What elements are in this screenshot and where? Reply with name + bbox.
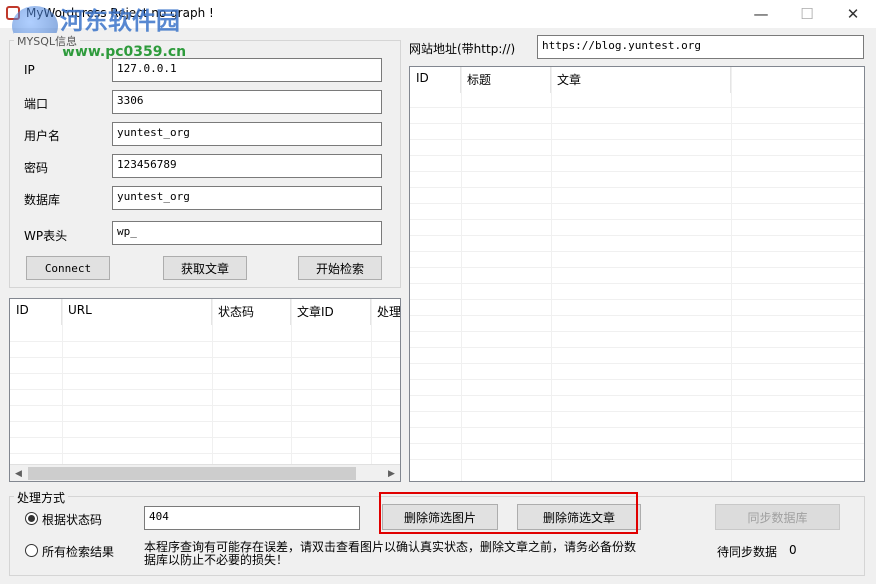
watermark-site-name: 河东软件园 xyxy=(60,7,180,35)
pending-sync-count: 0 xyxy=(789,543,797,557)
result-list-header: ID URL 状态码 文章ID 处理 xyxy=(10,299,400,325)
close-button[interactable]: ✕ xyxy=(830,0,876,28)
site-url-input[interactable]: https://blog.yuntest.org xyxy=(537,35,864,59)
scroll-left-icon[interactable]: ◀ xyxy=(10,465,27,481)
table-prefix-input[interactable]: wp_ xyxy=(112,221,382,245)
minimize-button[interactable]: — xyxy=(738,0,784,28)
radio-all-results[interactable] xyxy=(25,544,38,557)
start-search-button[interactable]: 开始检索 xyxy=(298,256,382,280)
col-article-list-id[interactable]: ID xyxy=(410,67,461,93)
ip-input[interactable]: 127.0.0.1 xyxy=(112,58,382,82)
scroll-right-icon[interactable]: ▶ xyxy=(383,465,400,481)
scroll-thumb[interactable] xyxy=(28,467,356,480)
radio-by-status-code[interactable] xyxy=(25,512,38,525)
col-title[interactable]: 标题 xyxy=(461,67,551,93)
password-input[interactable]: 123456789 xyxy=(112,154,382,178)
connect-button[interactable]: Connect xyxy=(26,256,110,280)
article-listview[interactable]: ID 标题 文章 xyxy=(409,66,865,482)
port-input[interactable]: 3306 xyxy=(112,90,382,114)
get-articles-button[interactable]: 获取文章 xyxy=(163,256,247,280)
radio-all-results-label[interactable]: 所有检索结果 xyxy=(42,543,114,560)
mysql-group-label: MYSQL信息 xyxy=(14,33,80,49)
process-group-label: 处理方式 xyxy=(14,489,69,506)
port-label: 端口 xyxy=(24,97,49,111)
col-article-id[interactable]: 文章ID xyxy=(291,299,371,325)
username-input[interactable]: yuntest_org xyxy=(112,122,382,146)
status-code-input[interactable]: 404 xyxy=(144,506,360,530)
warning-note: 本程序查询有可能存在误差，请双击查看图片以确认真实状态，删除文章之前，请务必备份… xyxy=(144,540,637,567)
sync-database-button: 同步数据库 xyxy=(715,504,840,530)
result-listview[interactable]: ID URL 状态码 文章ID 处理 ◀ ▶ xyxy=(9,298,401,482)
result-horizontal-scrollbar[interactable]: ◀ ▶ xyxy=(10,464,400,481)
article-list-header: ID 标题 文章 xyxy=(410,67,864,93)
col-url[interactable]: URL xyxy=(62,299,212,325)
table-prefix-label: WP表头 xyxy=(24,229,68,243)
col-id[interactable]: ID xyxy=(10,299,62,325)
col-process[interactable]: 处理 xyxy=(371,299,400,325)
col-article[interactable]: 文章 xyxy=(551,67,731,93)
password-label: 密码 xyxy=(24,161,49,175)
highlight-annotation xyxy=(379,492,638,534)
site-url-label: 网站地址(带http://) xyxy=(409,42,516,56)
ip-label: IP xyxy=(24,63,35,77)
database-label: 数据库 xyxy=(24,193,61,207)
maximize-button: ☐ xyxy=(800,5,814,23)
database-input[interactable]: yuntest_org xyxy=(112,186,382,210)
radio-by-status-code-label[interactable]: 根据状态码 xyxy=(42,511,102,528)
col-status-code[interactable]: 状态码 xyxy=(212,299,291,325)
username-label: 用户名 xyxy=(24,129,61,143)
pending-sync-label: 待同步数据 xyxy=(717,545,778,559)
col-blank[interactable] xyxy=(731,67,864,93)
